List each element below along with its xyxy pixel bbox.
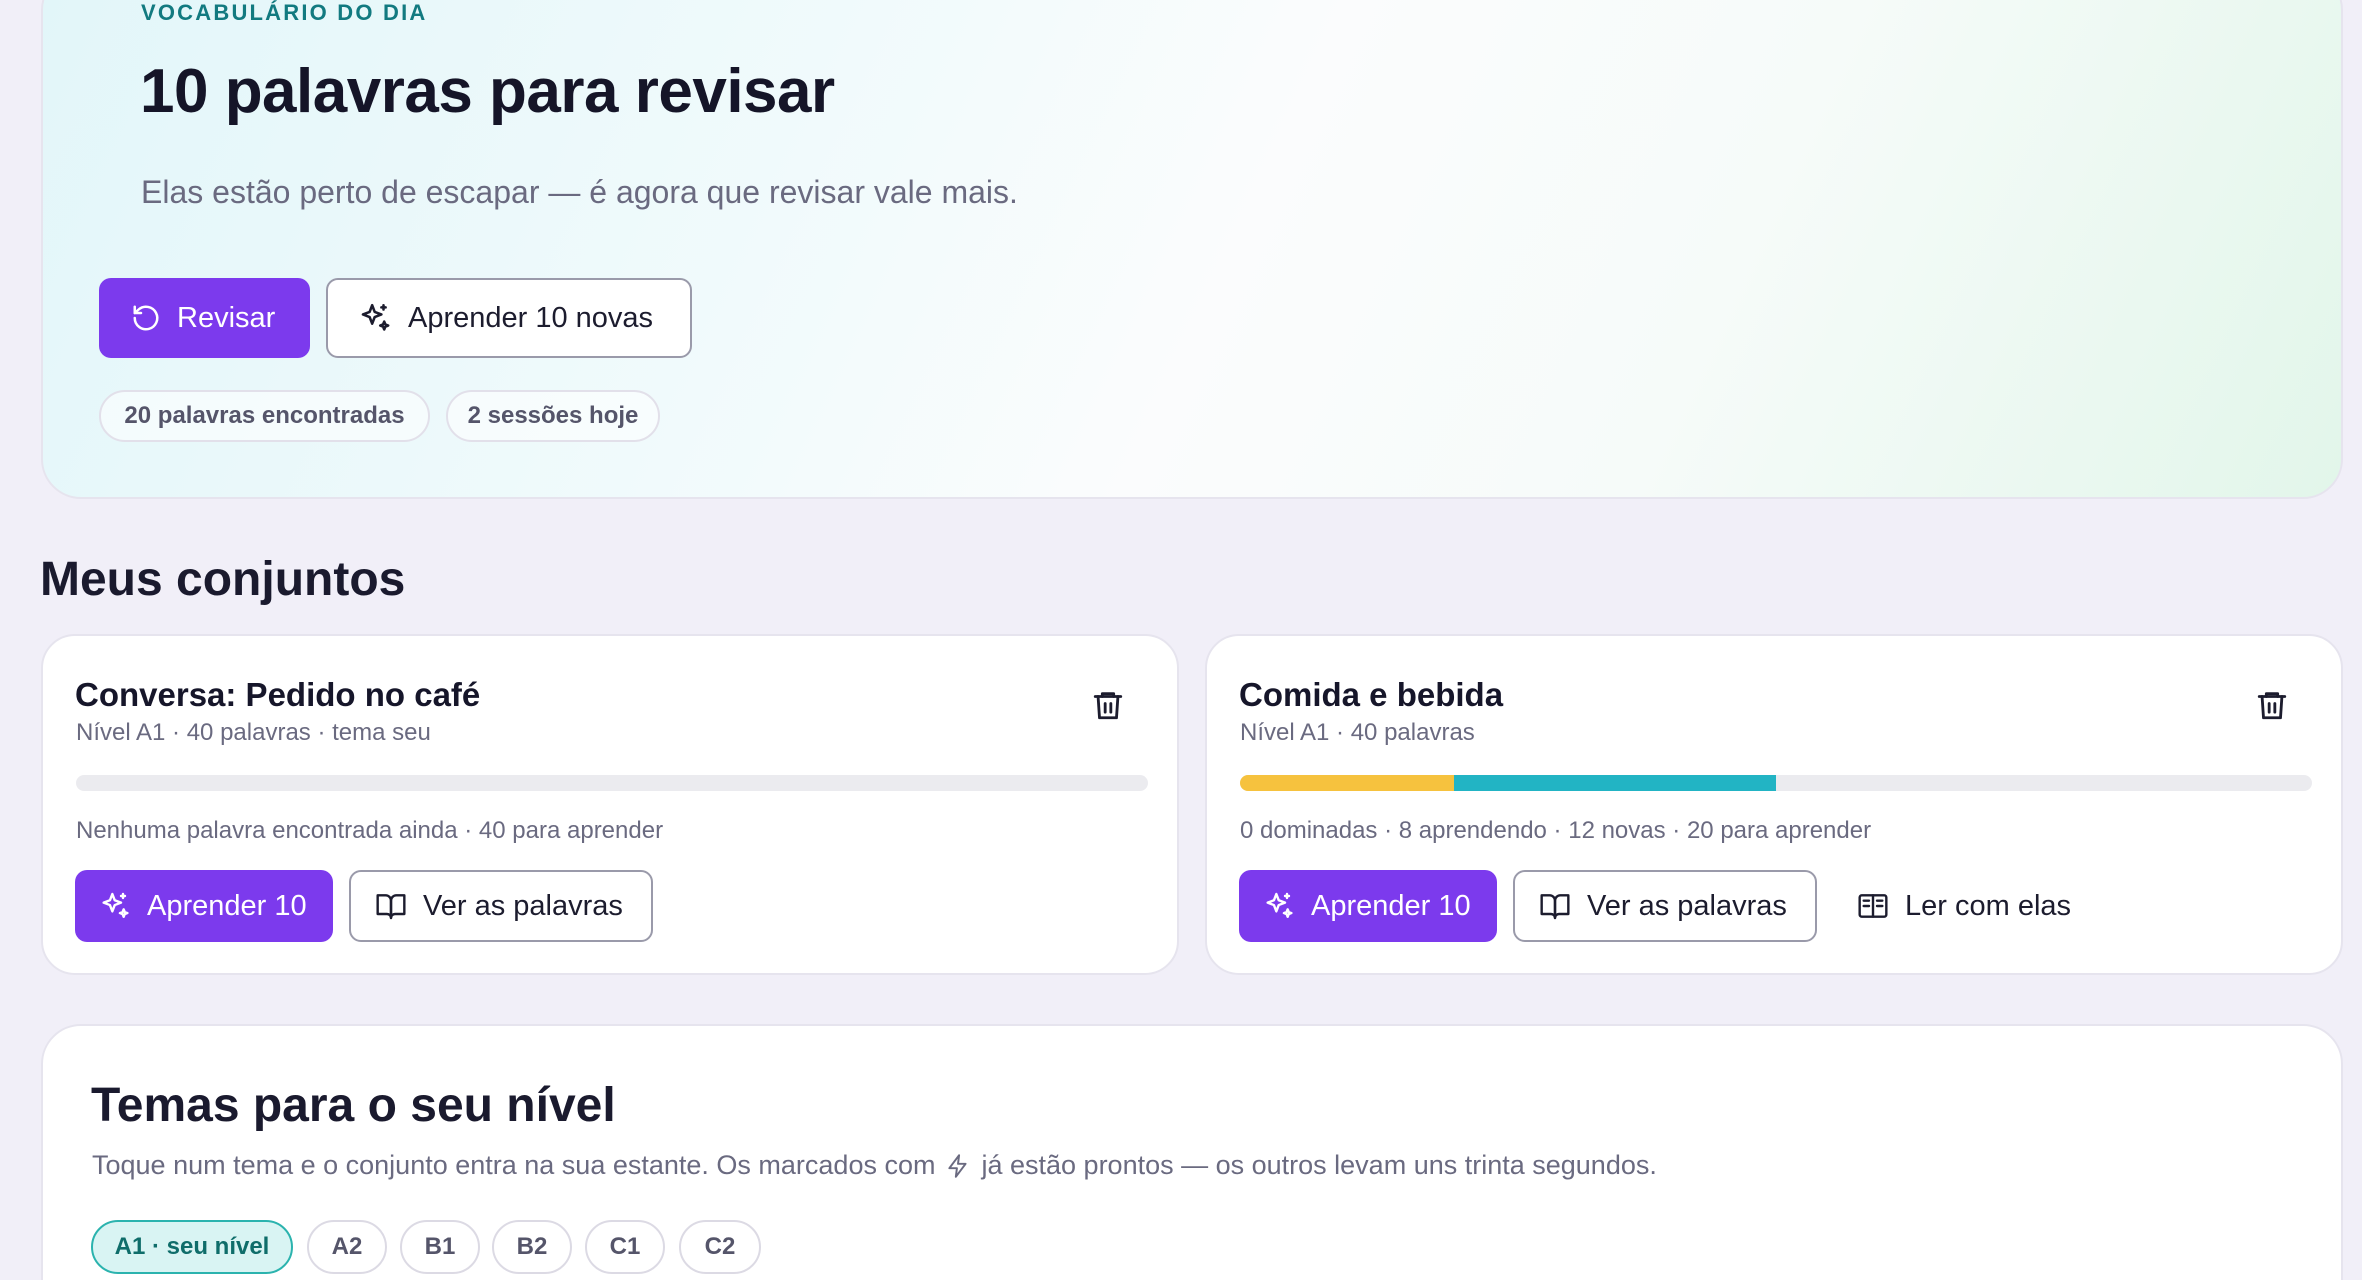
level-chip-a2[interactable]: A2 [307,1220,387,1274]
sparkles-icon [1266,892,1293,918]
sparkles-icon [361,303,390,331]
read-with-them-button[interactable]: Ler com elas [1833,870,2083,942]
set-title: Comida e bebida [1239,676,1504,713]
set-progress-bar [1240,775,2312,791]
themes-desc-before: Toque num tema e o conjunto entra na sua… [92,1150,936,1180]
set-status: Nenhuma palavra encontrada ainda · 40 pa… [76,817,664,844]
view-words-label: Ver as palavras [423,889,623,922]
level-chip-b2[interactable]: B2 [492,1220,572,1274]
themes-description: Toque num tema e o conjunto entra na sua… [92,1150,1657,1181]
view-words-label: Ver as palavras [1587,889,1787,922]
words-found-chip: 20 palavras encontradas [99,390,430,442]
hero-eyebrow: VOCABULÁRIO DO DIA [141,0,428,25]
my-sets-title: Meus conjuntos [40,553,406,606]
set-status: 0 dominadas · 8 aprendendo · 12 novas · … [1240,817,1872,844]
learn-new-button-label: Aprender 10 novas [408,301,654,334]
sessions-today-chip: 2 sessões hoje [446,390,660,442]
hero-title: 10 palavras para revisar [140,57,835,126]
themes-title: Temas para o seu nível [91,1079,616,1132]
themes-desc-after: já estão prontos — os outros levam uns t… [981,1150,1657,1180]
set-meta: Nível A1 · 40 palavras [1240,719,1475,746]
level-chip-a1[interactable]: A1 · seu nível [91,1220,293,1274]
hero-subtitle: Elas estão perto de escapar — é agora qu… [141,174,1018,210]
progress-new [1454,775,1776,791]
learn-10-label: Aprender 10 [1311,889,1471,922]
book-text-icon [1858,894,1888,918]
trash-icon[interactable] [1091,688,1125,722]
review-button[interactable]: Revisar [99,278,310,358]
set-meta: Nível A1 · 40 palavras · tema seu [76,719,431,746]
view-words-button[interactable]: Ver as palavras [1513,870,1817,942]
review-button-label: Revisar [177,301,276,334]
learn-10-button[interactable]: Aprender 10 [1239,870,1497,942]
daily-vocabulary-card: VOCABULÁRIO DO DIA 10 palavras para revi… [41,0,2343,499]
sparkles-icon [102,892,129,918]
learn-10-label: Aprender 10 [147,889,307,922]
lightning-icon [948,1153,968,1178]
read-with-them-label: Ler com elas [1905,889,2072,922]
set-progress-bar [76,775,1148,791]
vocabulary-dashboard: VOCABULÁRIO DO DIA 10 palavras para revi… [0,0,2362,1280]
level-chip-b1[interactable]: B1 [400,1220,480,1274]
set-card: Comida e bebida Nível A1 · 40 palavras 0… [1205,634,2343,975]
level-chip-c2[interactable]: C2 [679,1220,761,1274]
trash-icon[interactable] [2255,688,2289,722]
themes-panel: Temas para o seu nível Toque num tema e … [41,1024,2343,1280]
learn-10-button[interactable]: Aprender 10 [75,870,333,942]
view-words-button[interactable]: Ver as palavras [349,870,653,942]
progress-learning [1240,775,1455,791]
set-title: Conversa: Pedido no café [75,676,481,713]
level-chip-c1[interactable]: C1 [585,1220,665,1274]
rotate-ccw-icon [133,305,159,331]
set-card: Conversa: Pedido no café Nível A1 · 40 p… [41,634,1179,975]
book-open-icon [376,894,406,920]
book-open-icon [1540,894,1570,920]
learn-new-button[interactable]: Aprender 10 novas [326,278,692,358]
